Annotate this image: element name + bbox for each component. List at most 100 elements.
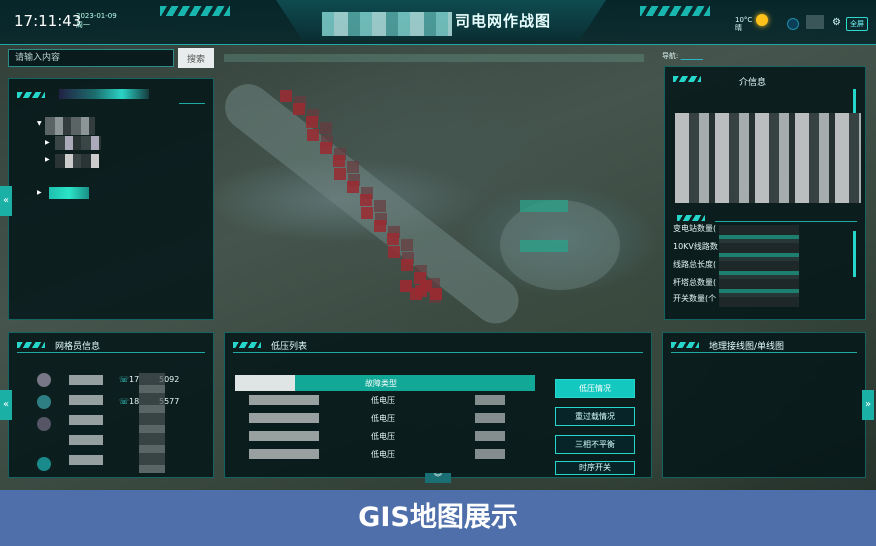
tree-node[interactable] <box>49 187 89 199</box>
tree-expand-icon[interactable]: ▶ <box>45 139 50 146</box>
search-input[interactable] <box>8 49 174 67</box>
map-overlay-cell <box>387 233 399 245</box>
user-avatar-icon[interactable] <box>787 18 799 30</box>
map-overlay-cell <box>401 259 413 271</box>
panel-title-decoration <box>17 342 45 348</box>
map-info-strip <box>224 54 644 62</box>
avatar <box>37 373 51 387</box>
panel-title-redacted <box>59 89 149 99</box>
map-overlay-cell <box>556 200 568 212</box>
scrollbar[interactable] <box>853 231 856 277</box>
table-redacted-right <box>475 395 505 461</box>
date: 2023-01-09 <box>76 12 117 20</box>
stat-10kv-line-count: 10KV线路数 <box>673 242 718 251</box>
tree-node-root[interactable] <box>45 117 95 135</box>
panel-title: 低压列表 <box>271 342 308 352</box>
stat-tower-count: 杆塔总数量( <box>673 278 717 287</box>
timing-switch-button[interactable]: 时序开关 <box>555 461 635 475</box>
collapse-right-icon[interactable]: » <box>862 390 874 420</box>
map-overlay-cell <box>532 240 544 252</box>
map-overlay-cell <box>360 194 372 206</box>
map-overlay-cell <box>374 200 386 212</box>
tree-node[interactable] <box>55 136 101 150</box>
scrollbar[interactable] <box>853 89 856 113</box>
tree-expand-icon[interactable]: ▶ <box>45 156 50 163</box>
phone-icon: ☏ <box>119 375 130 384</box>
phone-icon: ☏ <box>119 397 130 406</box>
phone-prefix: 18 <box>129 397 140 406</box>
map-overlay-cell <box>334 168 346 180</box>
table-row[interactable]: 低电压 <box>371 431 395 442</box>
map-overlay-cell <box>556 240 568 252</box>
names-redacted <box>69 375 103 469</box>
column-header-fault-type: 故障类型 <box>365 379 397 388</box>
map-overlay-cell <box>401 239 413 251</box>
weather-block: 10°C 晴 <box>735 16 752 32</box>
username-redacted <box>806 15 824 29</box>
sun-icon <box>756 14 768 26</box>
collapse-left-icon[interactable]: « <box>0 186 12 216</box>
header-decoration-right <box>640 6 710 16</box>
nav-breadcrumb: 导航: <box>662 51 703 61</box>
nav-link[interactable] <box>681 52 703 60</box>
top-header: 17:11:43 2023-01-09 周一 司电网作战图 10°C 晴 ⚙ 全… <box>0 0 876 45</box>
low-voltage-button[interactable]: 低压情况 <box>555 379 635 398</box>
collapse-left-bottom-icon[interactable]: « <box>0 390 12 420</box>
topology-panel: 地理接线图/单线图 <box>662 332 866 478</box>
tree-node[interactable] <box>55 154 99 168</box>
stat-line-length: 线路总长度( <box>673 260 717 269</box>
chevron-down-icon[interactable]: ︾ <box>425 473 451 483</box>
fullscreen-button[interactable]: 全屏 <box>846 17 868 31</box>
gridman-info-panel: 网格员信息 ☏ 17 5092 ☏ 18 5577 <box>8 332 214 478</box>
nav-label: 导航: <box>662 52 679 60</box>
low-voltage-panel: 低压列表 故障类型 低电压 低电压 低电压 低电压 低压情况 重过载情况 三相不… <box>224 332 652 483</box>
map-overlay-cell <box>374 220 386 232</box>
tree-expand-icon[interactable]: ▼ <box>37 120 42 127</box>
panel-title-decoration <box>671 342 699 348</box>
panel-title-decoration <box>233 342 261 348</box>
overload-button[interactable]: 重过载情况 <box>555 407 635 426</box>
temperature: 10°C <box>735 16 753 24</box>
avatar <box>37 457 51 471</box>
page-title: 司电网作战图 <box>455 12 552 30</box>
map-overlay-cell <box>520 240 532 252</box>
map-overlay-cell <box>347 161 359 173</box>
panel-title: 网格员信息 <box>55 342 101 352</box>
panel-divider <box>233 352 643 353</box>
map-overlay-cell <box>388 246 400 258</box>
phone-prefix: 17 <box>129 375 140 384</box>
table-row[interactable]: 低电压 <box>371 449 395 460</box>
gear-icon[interactable]: ⚙ <box>832 17 841 28</box>
table-row[interactable]: 低电压 <box>371 395 395 406</box>
map-overlay-cell <box>293 103 305 115</box>
clock: 17:11:43 <box>14 12 82 30</box>
caption-text: GIS地图展示 <box>358 502 518 533</box>
map-overlay-cell <box>430 288 442 300</box>
map-overlay-cell <box>361 207 373 219</box>
table-row[interactable]: 低电压 <box>371 413 395 424</box>
phones-redacted <box>139 373 165 473</box>
panel-title: 地理接线图/单线图 <box>709 342 785 352</box>
panel-divider <box>179 103 205 104</box>
map-overlay-cell <box>532 200 544 212</box>
map-overlay-cell <box>347 181 359 193</box>
avatar <box>37 395 51 409</box>
map-overlay-cell <box>280 90 292 102</box>
panel-divider <box>17 352 205 353</box>
panel-title-decoration <box>17 92 45 98</box>
tree-expand-icon[interactable]: ▶ <box>37 189 42 196</box>
stat-values-redacted <box>719 225 799 307</box>
avatar <box>37 417 51 431</box>
map-overlay-cell <box>307 129 319 141</box>
weekday: 周一 <box>76 21 90 29</box>
weather-text: 晴 <box>735 24 742 32</box>
info-redacted-rows <box>675 113 861 203</box>
map-overlay-cell <box>320 122 332 134</box>
overview-info-panel: 介信息 变电站数量( 10KV线路数 线路总长度( 杆塔总数量( 开关数量(个 <box>664 66 866 320</box>
map-overlay-cell <box>520 200 532 212</box>
org-tree-panel: ▼ ▶ ▶ ▶ <box>8 78 214 320</box>
search-button[interactable]: 搜索 <box>178 48 214 68</box>
caption-bar: GIS地图展示 <box>0 490 876 546</box>
three-phase-imbalance-button[interactable]: 三相不平衡 <box>555 435 635 454</box>
map-overlay-cell <box>320 142 332 154</box>
